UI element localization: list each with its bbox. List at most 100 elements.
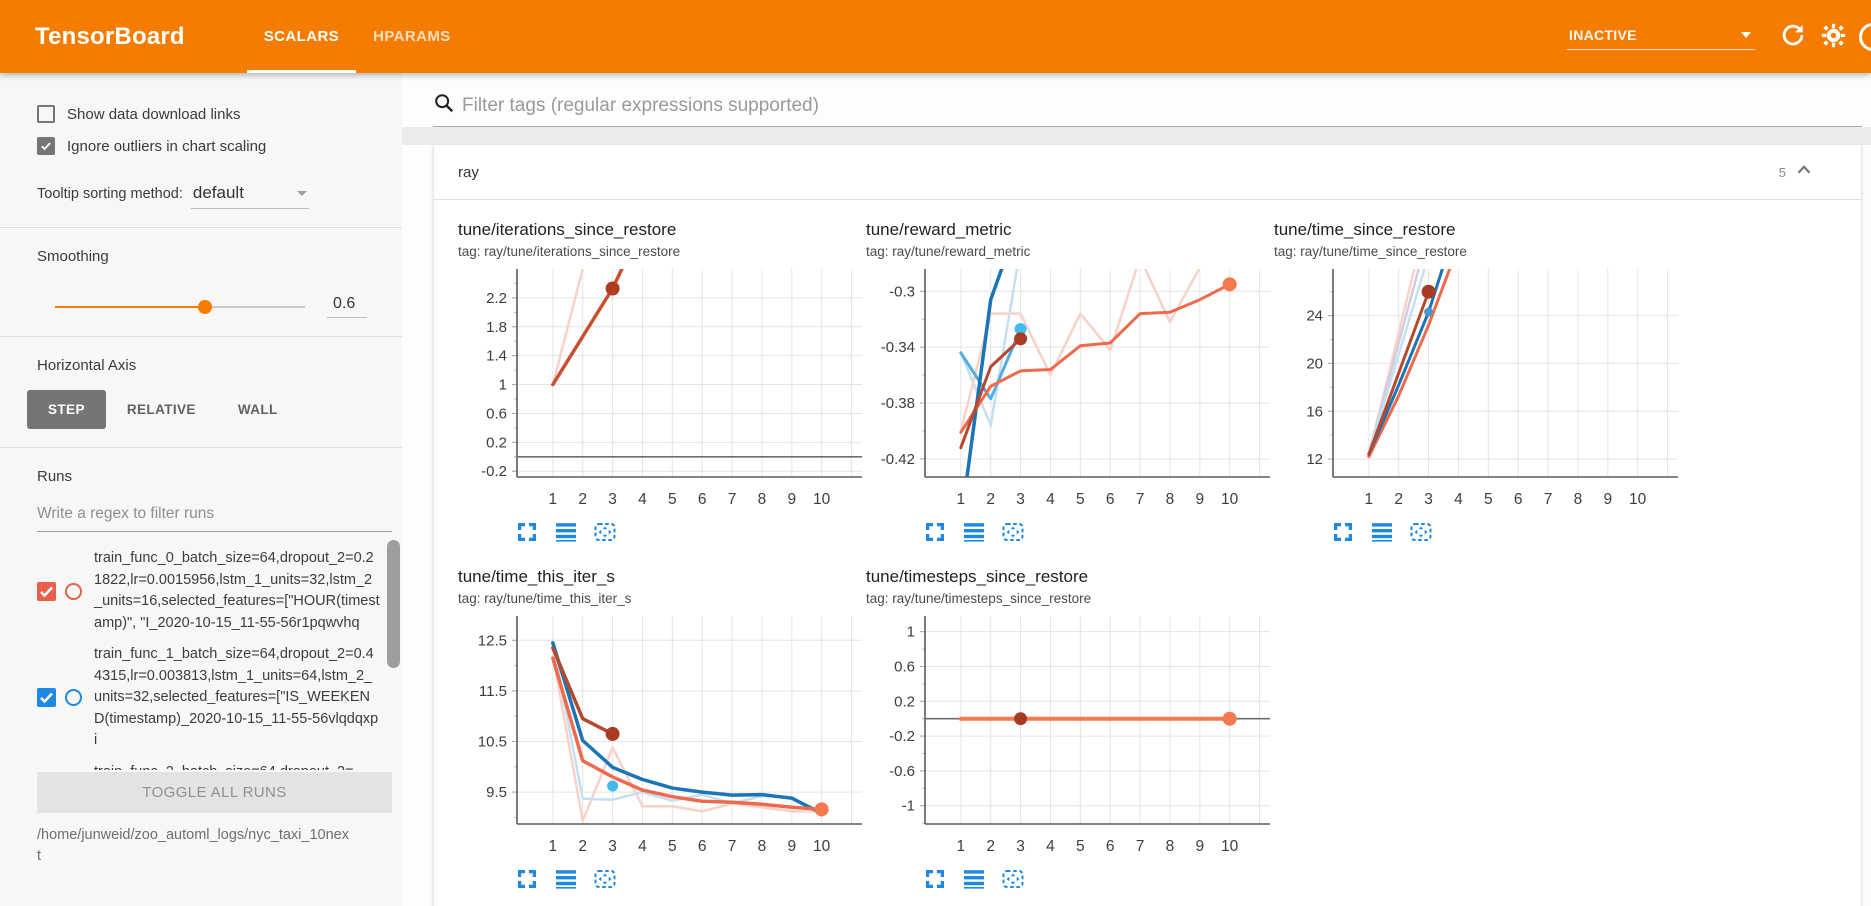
smoothing-value[interactable]: 0.6 bbox=[327, 295, 367, 318]
run-table-button[interactable] bbox=[961, 519, 987, 545]
tag-group-header[interactable]: ray 5 bbox=[434, 145, 1861, 200]
checkbox-download-links[interactable] bbox=[37, 105, 55, 123]
tag-group-count: 5 bbox=[1779, 165, 1793, 180]
chart-plot[interactable]: 12.511.510.59.512345678910 bbox=[458, 610, 862, 860]
expand-chart-button[interactable] bbox=[514, 866, 540, 892]
slider-thumb[interactable] bbox=[198, 300, 212, 314]
svg-text:10: 10 bbox=[1629, 491, 1647, 508]
expand-chart-button[interactable] bbox=[922, 519, 948, 545]
header-actions: INACTIVE bbox=[1567, 0, 1871, 73]
svg-text:5: 5 bbox=[668, 838, 677, 855]
tag-group-card: ray 5 tune/iterations_since_restoretag: … bbox=[433, 145, 1862, 906]
run-color-swatch bbox=[65, 583, 82, 600]
run-table-button[interactable] bbox=[1369, 519, 1395, 545]
svg-text:11.5: 11.5 bbox=[479, 683, 507, 700]
scalar-chart-card: tune/iterations_since_restoretag: ray/tu… bbox=[458, 220, 862, 545]
tab-scalars[interactable]: SCALARS bbox=[247, 0, 356, 73]
background-band bbox=[402, 127, 1871, 145]
chart-tag: tag: ray/tune/timesteps_since_restore bbox=[866, 591, 1270, 606]
runs-filter-input[interactable] bbox=[37, 499, 392, 532]
svg-text:9.5: 9.5 bbox=[486, 784, 507, 801]
chart-plot[interactable]: 2.21.81.410.60.2-0.212345678910 bbox=[458, 263, 862, 513]
scalar-chart-card: tune/time_this_iter_s tag: ray/tune/time_… bbox=[458, 567, 862, 892]
toggle-all-runs-button[interactable]: TOGGLE ALL RUNS bbox=[37, 772, 392, 813]
expand-chart-button[interactable] bbox=[1330, 519, 1356, 545]
run-color-swatch bbox=[65, 689, 82, 706]
svg-text:6: 6 bbox=[1514, 491, 1523, 508]
fit-domain-button[interactable] bbox=[1408, 519, 1434, 545]
svg-text:7: 7 bbox=[1136, 838, 1145, 855]
checkbox-row: Ignore outliers in chart scaling bbox=[37, 137, 402, 155]
axis-step-button[interactable]: STEP bbox=[27, 390, 106, 429]
refresh-icon bbox=[1780, 22, 1806, 51]
checkbox-ignore-outliers[interactable] bbox=[37, 137, 55, 155]
runs-scrollbar[interactable] bbox=[387, 540, 400, 668]
svg-text:9: 9 bbox=[787, 838, 796, 855]
svg-text:9: 9 bbox=[1195, 838, 1204, 855]
refresh-button[interactable] bbox=[1773, 17, 1813, 57]
run-name: train_func_0_batch_size=64,dropout_2=0.2… bbox=[94, 548, 380, 634]
chart-toolbar bbox=[1330, 519, 1678, 545]
chart-toolbar bbox=[514, 866, 862, 892]
svg-text:24: 24 bbox=[1306, 308, 1323, 325]
expand-chart-button[interactable] bbox=[514, 519, 540, 545]
run-table-button[interactable] bbox=[961, 866, 987, 892]
axis-relative-button[interactable]: RELATIVE bbox=[106, 390, 217, 429]
fit-domain-button[interactable] bbox=[592, 519, 618, 545]
svg-text:16: 16 bbox=[1306, 403, 1323, 420]
smoothing-slider[interactable] bbox=[55, 300, 305, 314]
search-icon bbox=[433, 92, 462, 119]
svg-text:4: 4 bbox=[1454, 491, 1463, 508]
settings-button[interactable] bbox=[1813, 17, 1853, 57]
svg-text:1: 1 bbox=[549, 838, 558, 855]
svg-text:2: 2 bbox=[986, 491, 995, 508]
run-table-button[interactable] bbox=[553, 519, 579, 545]
svg-text:1: 1 bbox=[499, 377, 507, 394]
help-icon[interactable] bbox=[1859, 23, 1871, 51]
checkbox-row: Show data download links bbox=[37, 105, 402, 123]
svg-text:-0.2: -0.2 bbox=[481, 463, 507, 480]
log-directory-path: /home/junweid/zoo_automl_logs/nyc_taxi_1… bbox=[37, 825, 352, 867]
checkbox-label: Ignore outliers in chart scaling bbox=[67, 138, 266, 155]
svg-text:-0.6: -0.6 bbox=[889, 763, 915, 780]
fit-domain-button[interactable] bbox=[1000, 519, 1026, 545]
svg-text:7: 7 bbox=[728, 838, 737, 855]
chart-plot[interactable]: -0.3-0.34-0.38-0.4212345678910 bbox=[866, 263, 1270, 513]
svg-text:3: 3 bbox=[1424, 491, 1433, 508]
fullscreen-icon bbox=[923, 867, 947, 891]
svg-text:4: 4 bbox=[1046, 838, 1055, 855]
chevron-down-icon bbox=[1741, 32, 1751, 38]
chart-tag: tag: ray/tune/time_this_iter_s bbox=[458, 591, 862, 606]
expand-chart-button[interactable] bbox=[922, 866, 948, 892]
chart-title: tune/time_this_iter_s bbox=[458, 567, 862, 587]
svg-text:6: 6 bbox=[698, 491, 707, 508]
chart-plot[interactable]: 10.60.2-0.2-0.6-112345678910 bbox=[866, 610, 1270, 860]
svg-text:1: 1 bbox=[549, 491, 558, 508]
horizontal-axis-label: Horizontal Axis bbox=[37, 337, 402, 374]
fit-domain-button[interactable] bbox=[1000, 866, 1026, 892]
run-checkbox[interactable] bbox=[37, 688, 56, 707]
fit-data-icon bbox=[1409, 520, 1433, 544]
tab-hparams[interactable]: HPARAMS bbox=[356, 0, 468, 73]
run-checkbox[interactable] bbox=[37, 582, 56, 601]
smoothing-label: Smoothing bbox=[37, 228, 402, 265]
gear-icon bbox=[1820, 22, 1847, 52]
lines-icon bbox=[554, 867, 578, 891]
chart-plot[interactable]: 2420161212345678910 bbox=[1274, 263, 1678, 513]
svg-text:10: 10 bbox=[813, 491, 831, 508]
scalar-chart-card: tune/reward_metrictag: ray/tune/reward_m… bbox=[866, 220, 1270, 545]
fit-domain-button[interactable] bbox=[592, 866, 618, 892]
run-table-button[interactable] bbox=[553, 866, 579, 892]
general-options: Show data download links Ignore outliers … bbox=[37, 105, 402, 155]
run-name: train_func_1_batch_size=64,dropout_2=0.4… bbox=[94, 644, 380, 752]
tag-filter-row bbox=[402, 73, 1871, 127]
chart-tag: tag: ray/tune/reward_metric bbox=[866, 244, 1270, 259]
svg-text:7: 7 bbox=[1544, 491, 1553, 508]
axis-wall-button[interactable]: WALL bbox=[217, 390, 299, 429]
run-status-dropdown[interactable]: INACTIVE bbox=[1567, 24, 1755, 50]
tooltip-sorting-dropdown[interactable]: default bbox=[191, 183, 309, 209]
tag-filter-input[interactable] bbox=[462, 95, 1862, 117]
svg-text:3: 3 bbox=[1016, 838, 1025, 855]
chart-tag: tag: ray/tune/time_since_restore bbox=[1274, 244, 1678, 259]
chevron-up-icon[interactable] bbox=[1793, 159, 1815, 186]
